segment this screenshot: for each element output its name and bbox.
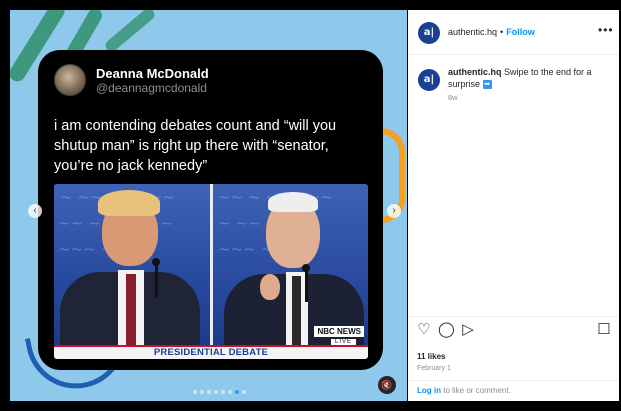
instagram-post-frame: Deanna McDonald @deannagmcdonald i am co…: [0, 0, 621, 411]
comment-prompt: Log in to like or comment.: [417, 386, 511, 395]
post-media[interactable]: Deanna McDonald @deannagmcdonald i am co…: [10, 10, 407, 401]
follow-button[interactable]: Follow: [506, 27, 535, 37]
decorative-brush-stroke: [103, 10, 157, 54]
comment-icon[interactable]: ◯: [438, 322, 455, 338]
post-sidebar: a| authentic.hq • Follow ••• a| authentic.…: [408, 10, 619, 401]
like-count[interactable]: 11 likes: [417, 352, 445, 361]
debate-photo: ~ ~~ ~~ ~ ~ ~ ~~ ~ ~~ ~ ~ ~ ~~ ~ ~~ ~ ~~ ~ ~~…: [54, 184, 368, 359]
tweet-header: Deanna McDonald @deannagmcdonald: [54, 64, 209, 96]
tweet-author-name: Deanna McDonald: [96, 65, 209, 81]
carousel-dot: [228, 390, 232, 394]
caption-username[interactable]: authentic.hq: [448, 67, 502, 77]
comment-prompt-text: to like or comment.: [441, 386, 511, 395]
carousel-dot: [235, 390, 239, 394]
tweet-author-handle: @deannagmcdonald: [96, 80, 207, 95]
header-separator: •: [500, 27, 504, 37]
post-caption: authentic.hq Swipe to the end for a surp…: [448, 66, 613, 90]
carousel-dot: [242, 390, 246, 394]
tweet-author-avatar: [54, 64, 86, 96]
tweet-card: Deanna McDonald @deannagmcdonald i am co…: [38, 50, 383, 370]
right-arrow-icon: ➡: [482, 80, 492, 90]
more-options-icon[interactable]: •••: [598, 23, 614, 37]
tweet-text: i am contending debates count and “will …: [54, 118, 337, 174]
account-username[interactable]: authentic.hq: [448, 27, 497, 37]
split-screen-divider: [210, 184, 213, 359]
carousel-dot: [221, 390, 225, 394]
login-link[interactable]: Log in: [417, 386, 441, 395]
header-user-line: authentic.hq • Follow: [448, 27, 535, 37]
caption-avatar[interactable]: a|: [418, 69, 440, 91]
carousel-dot: [207, 390, 211, 394]
carousel-dot: [193, 390, 197, 394]
debate-banner-text: PRESIDENTIAL DEBATE: [153, 347, 269, 358]
carousel-dot: [200, 390, 204, 394]
heart-icon[interactable]: ♡: [416, 322, 432, 338]
account-avatar[interactable]: a|: [418, 22, 440, 44]
bookmark-icon[interactable]: ☐: [596, 322, 612, 338]
actions-divider: [408, 316, 619, 317]
share-icon[interactable]: ▷: [460, 322, 476, 338]
carousel-next-button[interactable]: ›: [387, 204, 401, 218]
carousel-dot: [214, 390, 218, 394]
nbc-news-logo: NBC NEWS: [314, 326, 364, 337]
post-header: a| authentic.hq • Follow •••: [408, 10, 619, 55]
caption-timestamp[interactable]: 8w: [448, 93, 458, 102]
post-date: February 1: [417, 365, 451, 372]
carousel-prev-button[interactable]: ‹: [28, 204, 42, 218]
mute-toggle-button[interactable]: 🔇: [378, 376, 396, 394]
carousel-indicator: [193, 390, 246, 394]
